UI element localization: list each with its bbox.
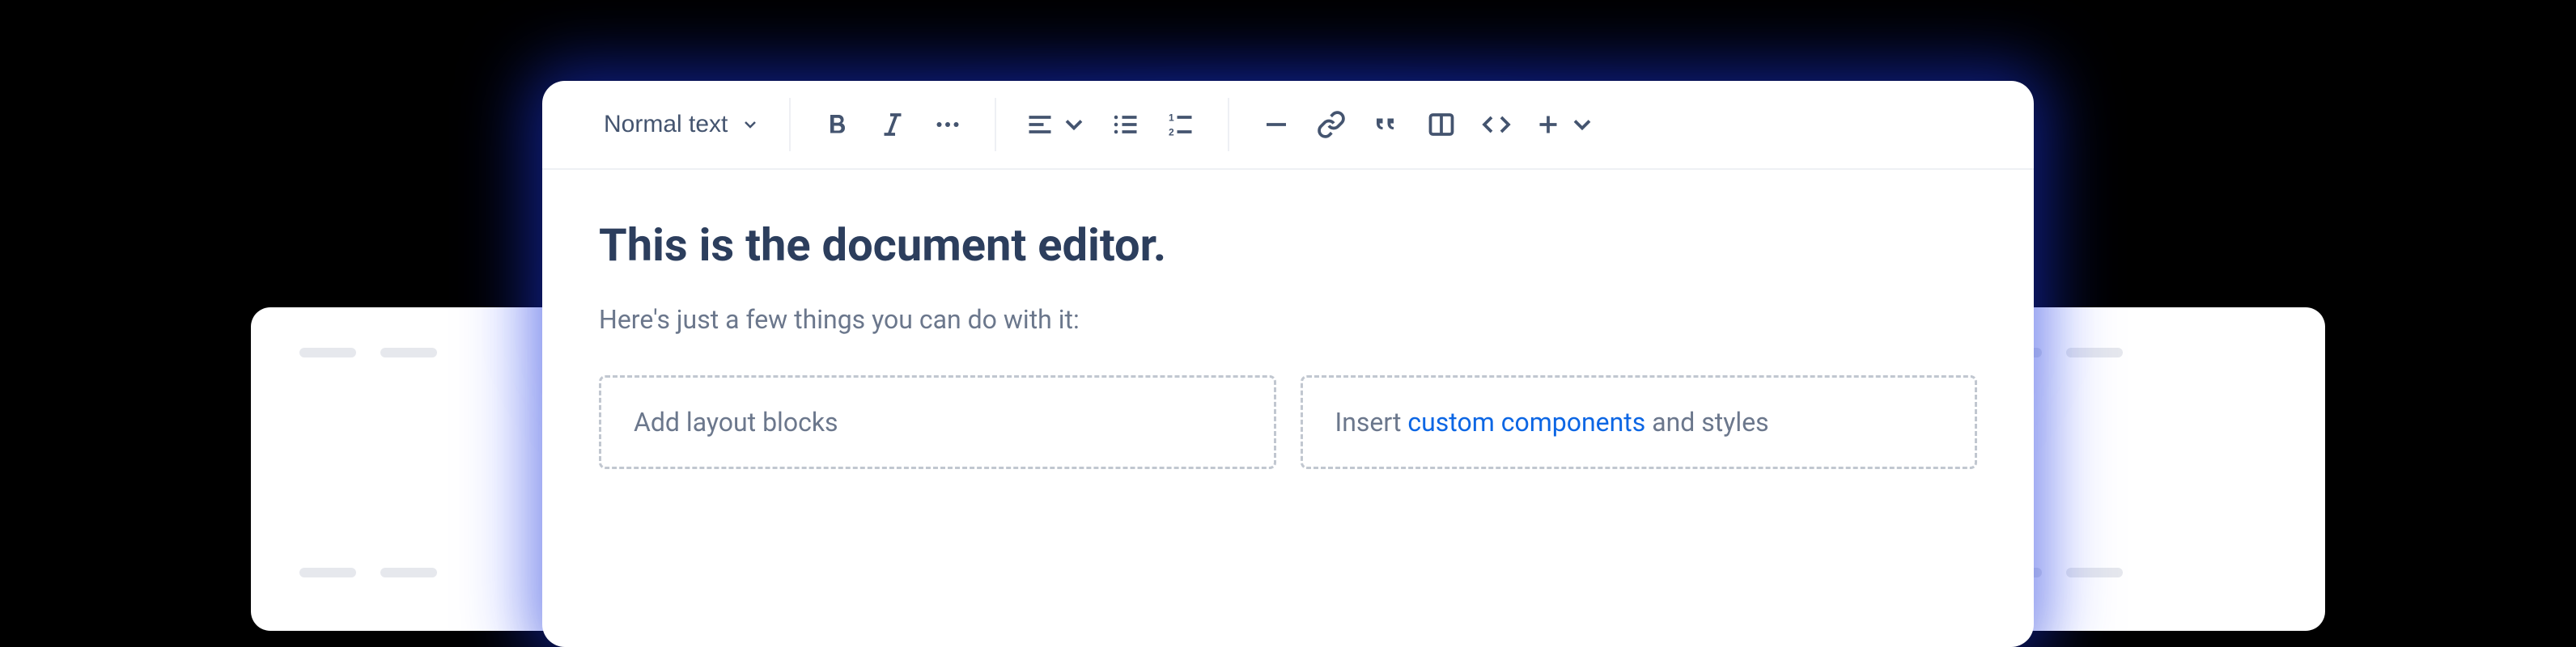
editor-toolbar: Normal text	[542, 81, 2034, 170]
chevron-down-icon	[741, 115, 760, 134]
svg-text:2: 2	[1169, 127, 1174, 138]
bullet-list-button[interactable]	[1108, 107, 1144, 142]
plus-icon	[1534, 110, 1563, 139]
code-button[interactable]	[1479, 107, 1514, 142]
editor-content[interactable]: This is the document editor. Here's just…	[542, 170, 2034, 469]
text-style-dropdown[interactable]: Normal text	[604, 111, 760, 138]
code-icon	[1482, 110, 1511, 139]
placeholder-line	[299, 348, 356, 357]
link-icon	[1317, 110, 1346, 139]
svg-text:1: 1	[1169, 112, 1174, 124]
italic-button[interactable]	[875, 107, 910, 142]
placeholder-line	[299, 568, 356, 577]
layout-block-right[interactable]: Insert custom components and styles	[1301, 375, 1978, 469]
bold-button[interactable]	[820, 107, 855, 142]
more-formatting-button[interactable]	[930, 107, 965, 142]
block-text-prefix: Insert	[1335, 407, 1408, 438]
document-heading[interactable]: This is the document editor.	[599, 218, 1977, 272]
bullet-list-icon	[1111, 110, 1140, 139]
divider-button[interactable]	[1258, 107, 1294, 142]
more-icon	[933, 110, 962, 139]
editor-window: Normal text	[542, 81, 2034, 647]
align-left-icon	[1025, 110, 1055, 139]
minus-icon	[1262, 110, 1291, 139]
block-text-link[interactable]: custom components	[1407, 407, 1645, 438]
document-subtext[interactable]: Here's just a few things you can do with…	[599, 304, 1977, 335]
insert-dropdown[interactable]	[1534, 107, 1597, 142]
placeholder-line	[2066, 348, 2123, 357]
quote-icon	[1372, 110, 1401, 139]
bold-icon	[823, 110, 852, 139]
numbered-list-icon: 12	[1166, 110, 1195, 139]
chevron-down-icon	[1059, 110, 1089, 139]
block-text-suffix: and styles	[1645, 407, 1768, 438]
placeholder-line	[380, 568, 437, 577]
layout-icon	[1427, 110, 1456, 139]
layouts-button[interactable]	[1424, 107, 1459, 142]
layout-blocks-row: Add layout blocks Insert custom componen…	[599, 375, 1977, 469]
italic-icon	[878, 110, 907, 139]
link-button[interactable]	[1313, 107, 1349, 142]
layout-block-left[interactable]: Add layout blocks	[599, 375, 1276, 469]
text-style-label: Normal text	[604, 111, 728, 138]
placeholder-line	[2066, 568, 2123, 577]
block-text: Add layout blocks	[634, 407, 838, 438]
numbered-list-button[interactable]: 12	[1163, 107, 1199, 142]
chevron-down-icon	[1568, 110, 1597, 139]
align-dropdown[interactable]	[1025, 107, 1089, 142]
quote-button[interactable]	[1369, 107, 1404, 142]
placeholder-line	[380, 348, 437, 357]
